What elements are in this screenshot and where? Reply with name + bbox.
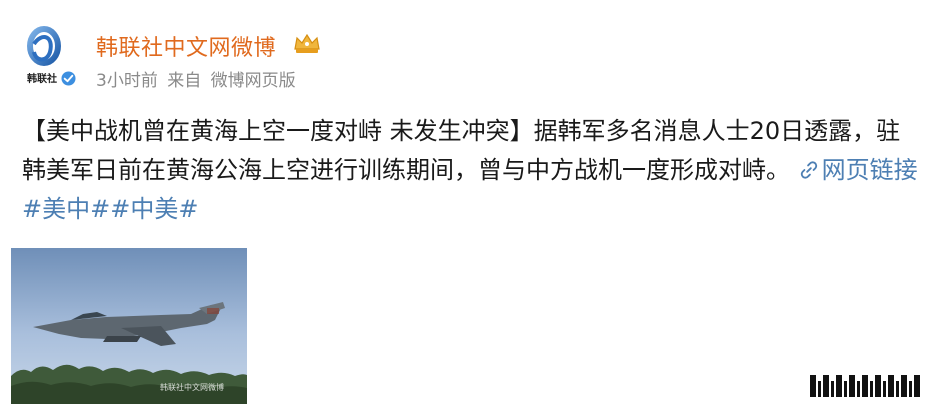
barcode-graphic: [810, 375, 922, 397]
web-link-label: 网页链接: [821, 156, 918, 184]
avatar-label: 韩联社: [27, 74, 57, 85]
username[interactable]: 韩联社中文网微博: [96, 30, 276, 62]
post-source[interactable]: 微博网页版: [211, 71, 296, 91]
vip-crown-icon[interactable]: [293, 33, 321, 55]
post-meta: 3小时前 来自 微博网页版: [96, 66, 296, 91]
post-image[interactable]: [11, 248, 247, 404]
hashtag-china-us[interactable]: #中美#: [110, 195, 198, 223]
verified-badge-icon: [60, 70, 77, 87]
post-time: 3小时前: [96, 71, 158, 91]
avatar[interactable]: 韩联社: [20, 26, 78, 92]
post-text: 【美中战机曾在黄海上空一度对峙 未发生冲突】据韩军多名消息人士20日透露，驻韩美…: [22, 112, 922, 229]
source-prefix: 来自: [167, 71, 202, 91]
link-icon: [800, 161, 817, 179]
hashtag-us-china[interactable]: #美中#: [22, 195, 110, 223]
weibo-post-card: 韩联社 韩联社中文网微博 3小时前 来自 微博网页版 【美中战机曾在黄海上空一度…: [0, 0, 940, 416]
post-headline: 【美中战机曾在黄海上空一度对峙 未发生冲突】: [22, 117, 534, 145]
fighter-jet-photo: [11, 248, 247, 404]
image-watermark: 韩联社中文网微博: [160, 383, 224, 392]
web-link[interactable]: 网页链接: [798, 156, 918, 184]
